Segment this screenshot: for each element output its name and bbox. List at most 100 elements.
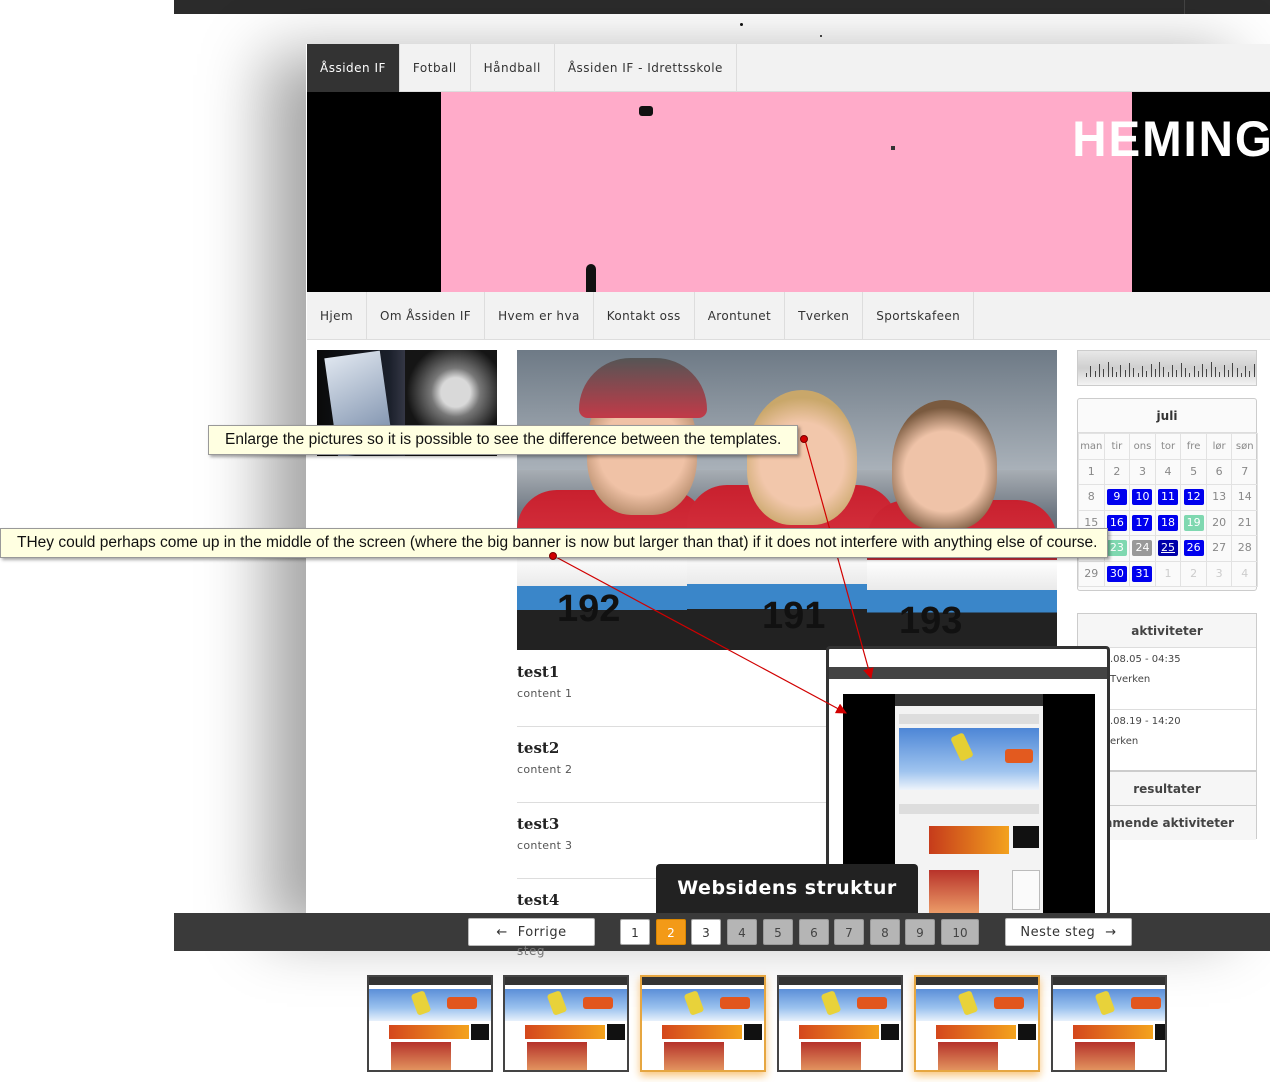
calendar-day-number: 6 [1215, 464, 1223, 478]
thumbnail-sq [607, 1024, 625, 1040]
panorama-mark [1107, 362, 1109, 377]
calendar-day[interactable]: 12 [1180, 484, 1207, 511]
panorama-mark [1167, 372, 1169, 377]
main-nav-om[interactable]: Om Åssiden IF [367, 292, 486, 340]
thumbnail-hdr [779, 977, 901, 985]
banner-artifact [639, 106, 653, 116]
thumbnail-hdr [642, 977, 764, 985]
calendar-day-number: 4 [1241, 566, 1249, 580]
top-nav-idrettsskole[interactable]: Åssiden IF - Idrettsskole [555, 44, 737, 92]
next-button[interactable]: Neste steg → [1005, 918, 1132, 946]
main-nav-hjem[interactable]: Hjem [307, 292, 368, 340]
activity-time[interactable]: .08.05 - 04:35 [1110, 654, 1181, 665]
preview-calendar [1012, 870, 1040, 910]
page-number-button[interactable]: 10 [941, 919, 979, 945]
template-thumbnail[interactable] [640, 975, 766, 1072]
weekday-header: tir [1103, 433, 1131, 460]
top-nav-assiden-if[interactable]: Åssiden IF [307, 44, 400, 92]
calendar-day: 3 [1129, 458, 1156, 485]
calendar-day-number: 10 [1132, 489, 1153, 506]
thumbnail-pic [938, 1042, 998, 1070]
calendar-day-number: 14 [1237, 490, 1252, 504]
page-number-button[interactable]: 4 [727, 919, 757, 945]
preview-photo [929, 870, 979, 913]
page-number-button[interactable]: 7 [834, 919, 864, 945]
calendar-day[interactable]: 25 [1154, 535, 1182, 562]
main-nav-tverken[interactable]: Tverken [785, 292, 864, 340]
calendar-day: 14 [1231, 484, 1258, 511]
calendar-day-number: 18 [1158, 514, 1179, 531]
speck [740, 23, 743, 26]
calendar-day-number: 21 [1237, 515, 1252, 529]
calendar-day[interactable]: 17 [1129, 509, 1156, 536]
panorama-mark [1150, 364, 1152, 377]
article-title[interactable]: test3 [517, 815, 559, 833]
panorama-mark [1180, 363, 1182, 377]
article-title[interactable]: test4 [517, 891, 559, 909]
steg-label: steg [517, 944, 545, 958]
article-body: content 3 [517, 839, 573, 852]
calendar-day[interactable]: 10 [1129, 484, 1156, 511]
site-top-nav: Åssiden IF Fotball Håndball Åssiden IF -… [307, 44, 1270, 92]
calendar-day-number: 12 [1183, 489, 1204, 506]
calendar-day-number: 24 [1132, 540, 1153, 557]
template-thumbnail[interactable] [367, 975, 493, 1072]
skier-middle-face [747, 390, 857, 525]
calendar-day-number: 27 [1212, 541, 1227, 555]
top-nav-handball[interactable]: Håndball [471, 44, 555, 92]
thumbnail-pic [527, 1042, 587, 1070]
thumbnail-logo [583, 997, 613, 1009]
calendar-day: 13 [1205, 484, 1233, 511]
calendar-day[interactable]: 9 [1103, 484, 1131, 511]
main-nav-arontunet[interactable]: Arontunet [695, 292, 786, 340]
annotation-anchor [549, 552, 557, 560]
page-number-button[interactable]: 5 [763, 919, 793, 945]
main-nav-sportskafeen[interactable]: Sportskafeen [863, 292, 975, 340]
template-thumbnail[interactable] [503, 975, 629, 1072]
calendar-day: 20 [1205, 509, 1233, 536]
page-number-button[interactable]: 1 [620, 919, 650, 945]
thumbnail-logo [447, 997, 477, 1009]
panorama-mark [1245, 366, 1247, 377]
calendar-day[interactable]: 30 [1103, 560, 1131, 587]
template-thumbnail[interactable] [914, 975, 1040, 1072]
top-nav-fotball[interactable]: Fotball [400, 44, 471, 92]
page-number-button[interactable]: 8 [870, 919, 900, 945]
calendar-day-number: 29 [1084, 566, 1099, 580]
thumbnail-sq [881, 1024, 899, 1040]
calendar-day: 4 [1231, 560, 1258, 587]
calendar-day-number: 1 [1164, 566, 1172, 580]
template-thumbnail[interactable] [1051, 975, 1167, 1072]
template-thumbnail[interactable] [777, 975, 903, 1072]
page-number-button[interactable]: 2 [656, 919, 686, 945]
calendar-day[interactable]: 18 [1154, 509, 1182, 536]
main-nav-hvem[interactable]: Hvem er hva [485, 292, 594, 340]
panorama-mark [1210, 362, 1212, 377]
site-banner: HEMING [307, 92, 1270, 292]
page-number-button[interactable]: 9 [905, 919, 935, 945]
calendar-day: 6 [1205, 458, 1233, 485]
calendar-day-number: 23 [1106, 540, 1127, 557]
calendar-day[interactable]: 31 [1129, 560, 1156, 587]
calendar-day[interactable]: 19 [1180, 509, 1207, 536]
activity-time[interactable]: .08.19 - 14:20 [1110, 716, 1181, 727]
panorama-mark [1223, 365, 1225, 377]
main-nav-kontakt[interactable]: Kontakt oss [594, 292, 695, 340]
panorama-mark [1236, 368, 1238, 377]
panorama-mark [1163, 367, 1165, 377]
sidebar-panorama-image [1077, 350, 1257, 386]
calendar-day[interactable]: 26 [1180, 535, 1207, 562]
panorama-mark [1232, 363, 1234, 377]
calendar-day[interactable]: 11 [1154, 484, 1182, 511]
weekday-header: ons [1129, 433, 1156, 460]
calendar-day[interactable]: 24 [1129, 535, 1156, 562]
article-title[interactable]: test2 [517, 739, 559, 757]
article-divider [517, 802, 847, 803]
page-number-button[interactable]: 3 [691, 919, 721, 945]
banner-image-placeholder [441, 92, 1132, 292]
page-number-button[interactable]: 6 [799, 919, 829, 945]
panorama-mark [1215, 367, 1216, 377]
prev-button[interactable]: ← Forrige [468, 918, 595, 946]
article-title[interactable]: test1 [517, 663, 559, 681]
panorama-mark [1193, 366, 1195, 377]
